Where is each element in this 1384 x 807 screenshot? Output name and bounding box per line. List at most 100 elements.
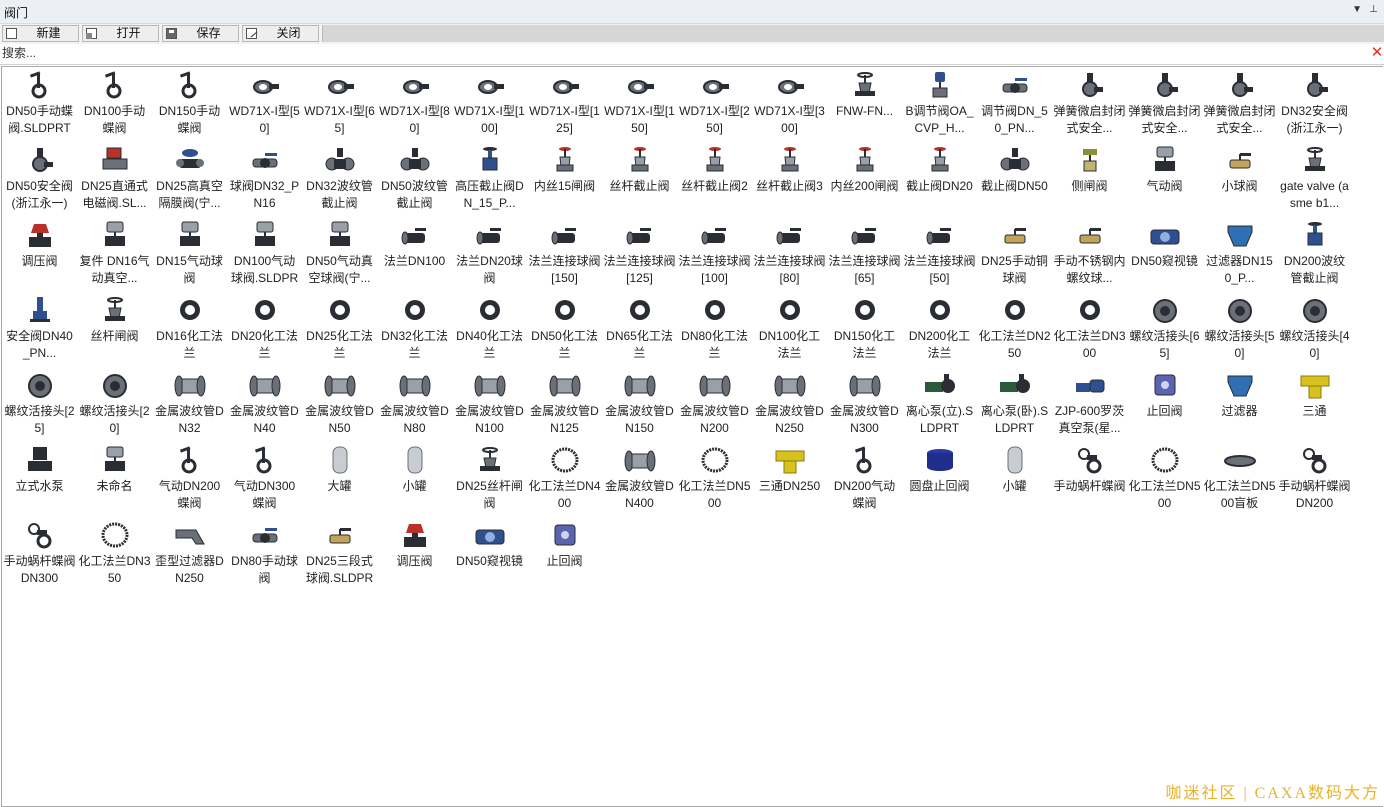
- close-button[interactable]: 关闭: [242, 25, 319, 42]
- part-item[interactable]: 螺纹活接头[50]: [1202, 292, 1277, 367]
- part-item[interactable]: 小罐: [977, 442, 1052, 517]
- part-item[interactable]: 调压阀: [377, 517, 452, 592]
- dropdown-arrow-icon[interactable]: ▼: [1352, 4, 1362, 15]
- part-item[interactable]: 丝杆截止阀3: [752, 142, 827, 217]
- part-item[interactable]: 弹簧微启封闭式安全...: [1202, 67, 1277, 142]
- part-item[interactable]: 安全阀DN40_PN...: [2, 292, 77, 367]
- part-item[interactable]: DN50气动真空球阀(宁...: [302, 217, 377, 292]
- new-button[interactable]: 新建: [2, 25, 79, 42]
- part-item[interactable]: DN50窥视镜: [1127, 217, 1202, 292]
- part-item[interactable]: 手动不锈钢内螺纹球...: [1052, 217, 1127, 292]
- part-item[interactable]: 未命名: [77, 442, 152, 517]
- part-item[interactable]: 立式水泵: [2, 442, 77, 517]
- part-item[interactable]: DN25化工法兰: [302, 292, 377, 367]
- part-item[interactable]: WD71X-I型[300]: [752, 67, 827, 142]
- part-item[interactable]: DN65化工法兰: [602, 292, 677, 367]
- pin-icon[interactable]: ⊥: [1369, 4, 1378, 15]
- part-item[interactable]: 大罐: [302, 442, 377, 517]
- part-item[interactable]: WD71X-I型[125]: [527, 67, 602, 142]
- part-item[interactable]: 侧闸阀: [1052, 142, 1127, 217]
- part-item[interactable]: 法兰连接球阀[100]: [677, 217, 752, 292]
- part-item[interactable]: 气动DN200蝶阀: [152, 442, 227, 517]
- part-item[interactable]: 丝杆闸阀: [77, 292, 152, 367]
- part-item[interactable]: 弹簧微启封闭式安全...: [1127, 67, 1202, 142]
- part-item[interactable]: DN25丝杆闸阀: [452, 442, 527, 517]
- part-item[interactable]: DN32波纹管截止阀: [302, 142, 377, 217]
- part-item[interactable]: 金属波纹管DN150: [602, 367, 677, 442]
- part-item[interactable]: DN25高真空隔膜阀(宁...: [152, 142, 227, 217]
- part-item[interactable]: DN32化工法兰: [377, 292, 452, 367]
- part-item[interactable]: 化工法兰DN500: [1127, 442, 1202, 517]
- part-item[interactable]: 金属波纹管DN100: [452, 367, 527, 442]
- part-item[interactable]: 离心泵(卧).SLDPRT: [977, 367, 1052, 442]
- part-item[interactable]: DN50波纹管截止阀: [377, 142, 452, 217]
- part-item[interactable]: 截止阀DN20: [902, 142, 977, 217]
- part-item[interactable]: 螺纹活接头[20]: [77, 367, 152, 442]
- part-item[interactable]: 止回阀: [1127, 367, 1202, 442]
- part-item[interactable]: gate valve (asme b1...: [1277, 142, 1352, 217]
- part-item[interactable]: 法兰连接球阀[65]: [827, 217, 902, 292]
- part-item[interactable]: 过滤器DN150_P...: [1202, 217, 1277, 292]
- part-item[interactable]: DN100手动蝶阀: [77, 67, 152, 142]
- part-item[interactable]: 高压截止阀DN_15_P...: [452, 142, 527, 217]
- part-item[interactable]: DN50窥视镜: [452, 517, 527, 592]
- part-item[interactable]: ZJP-600罗茨真空泵(星...: [1052, 367, 1127, 442]
- part-item[interactable]: DN20化工法兰: [227, 292, 302, 367]
- part-item[interactable]: 法兰连接球阀[125]: [602, 217, 677, 292]
- part-item[interactable]: 法兰连接球阀[80]: [752, 217, 827, 292]
- part-item[interactable]: 金属波纹管DN50: [302, 367, 377, 442]
- part-item[interactable]: DN150手动蝶阀: [152, 67, 227, 142]
- open-button[interactable]: 打开: [82, 25, 159, 42]
- part-item[interactable]: 螺纹活接头[25]: [2, 367, 77, 442]
- part-item[interactable]: DN80化工法兰: [677, 292, 752, 367]
- part-item[interactable]: 金属波纹管DN40: [227, 367, 302, 442]
- part-item[interactable]: WD71X-I型[250]: [677, 67, 752, 142]
- part-item[interactable]: 金属波纹管DN250: [752, 367, 827, 442]
- part-item[interactable]: 手动蜗杆蝶阀DN200: [1277, 442, 1352, 517]
- part-item[interactable]: 化工法兰DN350: [77, 517, 152, 592]
- part-item[interactable]: 球阀DN32_PN16: [227, 142, 302, 217]
- part-item[interactable]: 法兰连接球阀[50]: [902, 217, 977, 292]
- part-item[interactable]: DN40化工法兰: [452, 292, 527, 367]
- part-item[interactable]: DN200化工法兰: [902, 292, 977, 367]
- part-item[interactable]: 三通: [1277, 367, 1352, 442]
- part-item[interactable]: WD71X-I型[65]: [302, 67, 377, 142]
- part-item[interactable]: 内丝15闸阀: [527, 142, 602, 217]
- part-item[interactable]: 内丝200闸阀: [827, 142, 902, 217]
- part-item[interactable]: 弹簧微启封闭式安全...: [1052, 67, 1127, 142]
- part-item[interactable]: DN100气动球阀.SLDPRT: [227, 217, 302, 292]
- part-item[interactable]: 气动阀: [1127, 142, 1202, 217]
- part-item[interactable]: WD71X-I型[150]: [602, 67, 677, 142]
- part-item[interactable]: 气动DN300蝶阀: [227, 442, 302, 517]
- part-item[interactable]: 歪型过滤器DN250: [152, 517, 227, 592]
- part-item[interactable]: DN50手动蝶阀.SLDPRT: [2, 67, 77, 142]
- part-item[interactable]: 手动蜗杆蝶阀DN300: [2, 517, 77, 592]
- part-item[interactable]: 法兰DN20球阀: [452, 217, 527, 292]
- part-item[interactable]: 圆盘止回阀: [902, 442, 977, 517]
- part-item[interactable]: WD71X-I型[80]: [377, 67, 452, 142]
- part-item[interactable]: DN15气动球阀: [152, 217, 227, 292]
- save-button[interactable]: 保存: [162, 25, 239, 42]
- part-item[interactable]: DN200波纹管截止阀: [1277, 217, 1352, 292]
- part-item[interactable]: 螺纹活接头[65]: [1127, 292, 1202, 367]
- part-item[interactable]: 化工法兰DN300: [1052, 292, 1127, 367]
- part-item[interactable]: 金属波纹管DN125: [527, 367, 602, 442]
- part-item[interactable]: 螺纹活接头[40]: [1277, 292, 1352, 367]
- part-item[interactable]: DN50化工法兰: [527, 292, 602, 367]
- part-item[interactable]: 丝杆截止阀2: [677, 142, 752, 217]
- part-item[interactable]: 法兰DN100: [377, 217, 452, 292]
- part-item[interactable]: 化工法兰DN400: [527, 442, 602, 517]
- part-item[interactable]: DN16化工法兰: [152, 292, 227, 367]
- part-item[interactable]: 金属波纹管DN300: [827, 367, 902, 442]
- part-item[interactable]: 化工法兰DN500盲板: [1202, 442, 1277, 517]
- part-item[interactable]: DN100化工法兰: [752, 292, 827, 367]
- part-item[interactable]: DN50安全阀(浙江永一): [2, 142, 77, 217]
- search-input[interactable]: [2, 45, 1362, 61]
- part-item[interactable]: 金属波纹管DN400: [602, 442, 677, 517]
- part-item[interactable]: 截止阀DN50: [977, 142, 1052, 217]
- part-item[interactable]: DN25直通式电磁阀.SL...: [77, 142, 152, 217]
- part-item[interactable]: 过滤器: [1202, 367, 1277, 442]
- part-item[interactable]: DN25三段式球阀.SLDPRT: [302, 517, 377, 592]
- part-item[interactable]: DN150化工法兰: [827, 292, 902, 367]
- part-item[interactable]: DN25手动铜球阀: [977, 217, 1052, 292]
